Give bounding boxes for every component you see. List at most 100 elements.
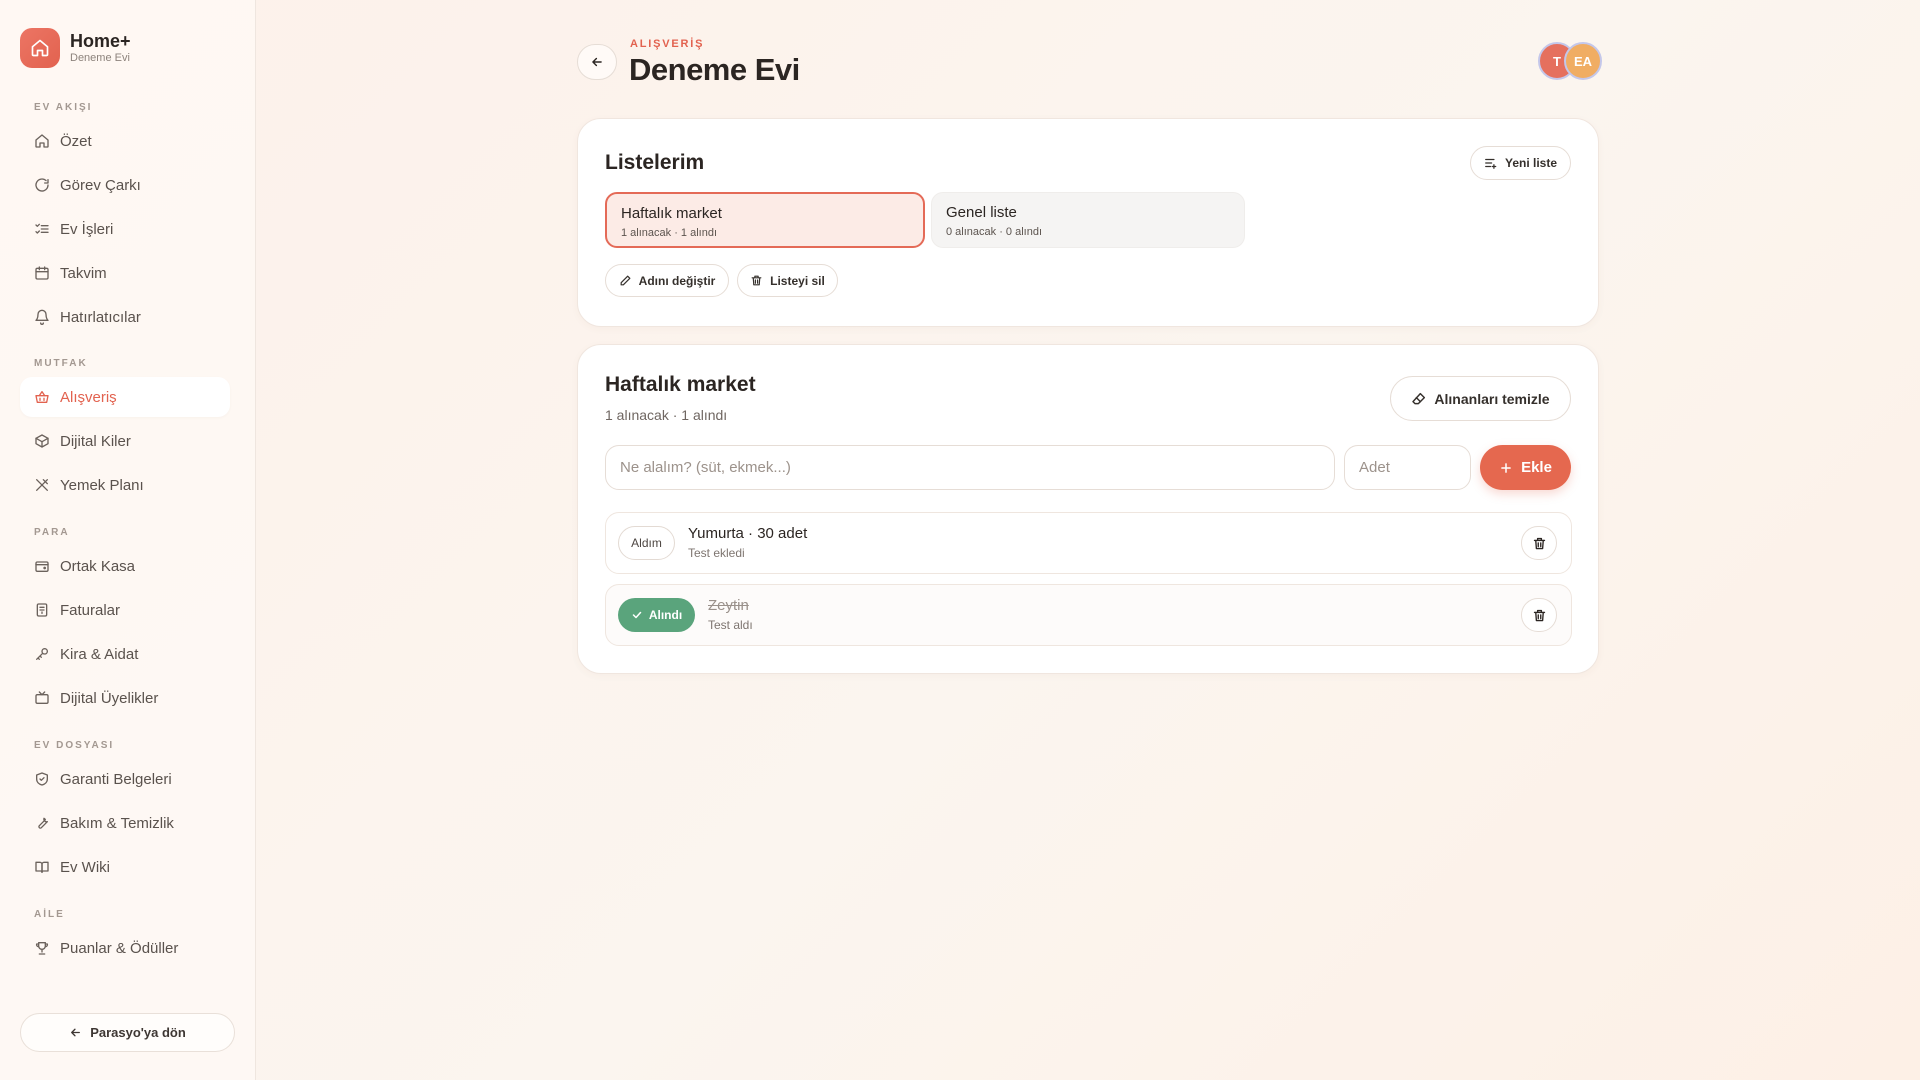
new-list-button[interactable]: Yeni liste (1470, 146, 1571, 180)
sidebar-item-takvim[interactable]: Takvim (20, 253, 230, 293)
refresh-icon (34, 177, 50, 193)
calendar-icon (34, 265, 50, 281)
list-tile-name: Haftalık market (621, 205, 722, 222)
delete-item-button[interactable] (1521, 598, 1557, 632)
mark-purchased-button[interactable]: Aldım (618, 526, 675, 560)
sidebar-item-garanti-belgeleri[interactable]: Garanti Belgeleri (20, 759, 230, 799)
sidebar-item-label: Garanti Belgeleri (60, 770, 172, 788)
list-tile-genel-liste[interactable]: Genel liste 0 alınacak · 0 alındı (931, 192, 1245, 248)
sidebar: Home+ Deneme Evi EV AKIŞI Özet Görev Çar… (0, 0, 256, 1080)
utensils-icon (34, 477, 50, 493)
list-plus-icon (1484, 156, 1498, 170)
sidebar-item-label: Faturalar (60, 601, 121, 619)
brand-subtitle: Deneme Evi (70, 52, 130, 64)
page-eyebrow: ALIŞVERİŞ (630, 38, 705, 50)
clear-purchased-button[interactable]: Alınanları temizle (1390, 376, 1571, 421)
sidebar-item-puanlar-oduller[interactable]: Puanlar & Ödüller (20, 928, 230, 968)
lists-card-title: Listelerim (605, 151, 705, 174)
member-avatars[interactable]: T EA (1538, 42, 1602, 80)
home-icon (34, 133, 50, 149)
checklist-icon (34, 221, 50, 237)
sidebar-item-yemek-plani[interactable]: Yemek Planı (20, 465, 230, 505)
receipt-icon (34, 602, 50, 618)
sidebar-item-label: Dijital Kiler (60, 432, 131, 450)
sidebar-item-ortak-kasa[interactable]: Ortak Kasa (20, 546, 230, 586)
sidebar-item-label: Kira & Aidat (60, 645, 139, 663)
nav-section-title: MUTFAK (34, 358, 88, 369)
pencil-icon (619, 274, 632, 287)
list-detail-summary: 1 alınacak · 1 alındı (605, 407, 728, 423)
sidebar-item-label: Özet (60, 132, 92, 150)
wallet-icon (34, 558, 50, 574)
tv-icon (34, 690, 50, 706)
item-bought-by: Test aldı (708, 618, 753, 632)
page-title: Deneme Evi (629, 52, 800, 87)
book-icon (34, 859, 50, 875)
item-name: Yumurta · 30 adet (688, 525, 808, 542)
sidebar-item-label: Ortak Kasa (60, 557, 136, 575)
bell-icon (34, 309, 50, 325)
sidebar-item-kira-aidat[interactable]: Kira & Aidat (20, 634, 230, 674)
nav-section-title: PARA (34, 527, 70, 538)
trophy-icon (34, 940, 50, 956)
back-to-parasyo-label: Parasyo'ya dön (90, 1025, 186, 1040)
clear-purchased-label: Alınanları temizle (1434, 390, 1550, 407)
box-icon (34, 433, 50, 449)
brand[interactable]: Home+ Deneme Evi (20, 28, 131, 68)
sidebar-item-ozet[interactable]: Özet (20, 121, 230, 161)
sidebar-item-bakim-temizlik[interactable]: Bakım & Temizlik (20, 803, 230, 843)
trash-icon (1532, 608, 1547, 623)
list-tile-meta: 0 alınacak · 0 alındı (946, 226, 1043, 238)
sidebar-item-label: Ev İşleri (60, 220, 114, 238)
add-item-button[interactable]: Ekle (1480, 445, 1571, 490)
sidebar-item-gorev-carki[interactable]: Görev Çarkı (20, 165, 230, 205)
back-to-parasyo-button[interactable]: Parasyo'ya dön (20, 1013, 235, 1052)
lists-card: Listelerim Yeni liste Haftalık market 1 … (577, 118, 1599, 327)
check-icon (631, 609, 643, 621)
sidebar-item-dijital-uyelikler[interactable]: Dijital Üyelikler (20, 678, 230, 718)
avatar[interactable]: EA (1564, 42, 1602, 80)
shield-icon (34, 771, 50, 787)
item-name: Zeytin (708, 597, 749, 614)
nav-section-title: AİLE (34, 909, 65, 920)
list-tile-haftalik-market[interactable]: Haftalık market 1 alınacak · 1 alındı (605, 192, 925, 248)
trash-icon (750, 274, 763, 287)
sidebar-item-ev-wiki[interactable]: Ev Wiki (20, 847, 230, 887)
unmark-purchased-button[interactable]: Alındı (618, 598, 695, 632)
item-added-by: Test ekledi (688, 546, 745, 560)
plus-icon (1499, 461, 1513, 475)
key-icon (34, 646, 50, 662)
sidebar-item-dijital-kiler[interactable]: Dijital Kiler (20, 421, 230, 461)
sidebar-item-label: Takvim (60, 264, 107, 282)
arrow-left-icon (590, 55, 604, 69)
sidebar-item-alisveris[interactable]: Alışveriş (20, 377, 230, 417)
sidebar-item-ev-isleri[interactable]: Ev İşleri (20, 209, 230, 249)
sidebar-item-label: Alışveriş (60, 388, 117, 406)
list-tile-meta: 1 alınacak · 1 alındı (621, 227, 718, 239)
mark-purchased-label: Aldım (631, 536, 662, 550)
arrow-left-icon (69, 1026, 82, 1039)
sidebar-item-label: Puanlar & Ödüller (60, 939, 179, 957)
eraser-icon (1411, 391, 1427, 407)
rename-list-button[interactable]: Adını değiştir (605, 264, 729, 297)
back-button[interactable] (577, 44, 617, 80)
sidebar-item-faturalar[interactable]: Faturalar (20, 590, 230, 630)
sidebar-item-label: Ev Wiki (60, 858, 110, 876)
add-item-label: Ekle (1521, 459, 1552, 476)
item-quantity-input[interactable] (1344, 445, 1471, 490)
item-name-input[interactable] (605, 445, 1335, 490)
sidebar-item-label: Hatırlatıcılar (60, 308, 141, 326)
rename-list-label: Adını değiştir (638, 273, 716, 288)
delete-item-button[interactable] (1521, 526, 1557, 560)
sidebar-item-hatirlaticilar[interactable]: Hatırlatıcılar (20, 297, 230, 337)
list-detail-title: Haftalık market (605, 373, 756, 396)
home-logo-icon (20, 28, 60, 68)
list-detail-card: Haftalık market 1 alınacak · 1 alındı Al… (577, 344, 1599, 674)
new-list-label: Yeni liste (1504, 156, 1558, 170)
delete-list-button[interactable]: Listeyi sil (737, 264, 838, 297)
basket-icon (34, 389, 50, 405)
brand-name: Home+ (70, 31, 131, 51)
wrench-icon (34, 815, 50, 831)
trash-icon (1532, 536, 1547, 551)
list-tile-name: Genel liste (946, 204, 1017, 221)
